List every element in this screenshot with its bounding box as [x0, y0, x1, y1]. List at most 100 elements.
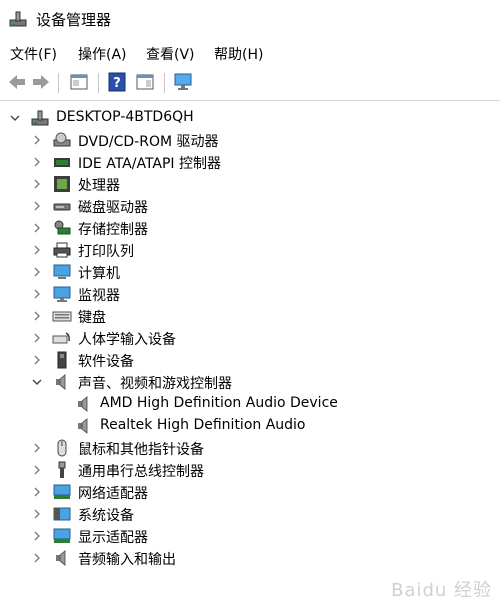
menu-action[interactable]: 操作(A) — [78, 44, 127, 64]
chevron-right-icon[interactable] — [32, 465, 42, 475]
menu-bar: 文件(F) 操作(A) 查看(V) 帮助(H) — [0, 40, 500, 66]
svg-text:?: ? — [113, 76, 121, 91]
chevron-right-icon[interactable] — [32, 311, 42, 321]
monitor-scan-icon[interactable] — [172, 71, 194, 93]
tree-item-label: 处理器 — [78, 178, 120, 194]
printer-icon — [53, 242, 71, 258]
tree-item-storage[interactable]: 存储控制器 — [0, 217, 500, 239]
tree-item-sound[interactable]: 声音、视频和游戏控制器 — [0, 371, 500, 393]
tree-item-software-device[interactable]: 软件设备 — [0, 349, 500, 371]
tree-item-label: 显示适配器 — [78, 530, 148, 546]
speaker-icon — [78, 396, 88, 412]
tree-item-label: 网络适配器 — [78, 486, 148, 502]
chevron-right-icon[interactable] — [32, 157, 42, 167]
tree-item-keyboard[interactable]: 键盘 — [0, 305, 500, 327]
watermark: Baidu 经验 — [391, 580, 492, 601]
tree-item-label: 通用串行总线控制器 — [78, 464, 204, 480]
toolbar-separator — [164, 73, 165, 93]
chevron-right-icon[interactable] — [32, 531, 42, 541]
chevron-down-icon[interactable] — [10, 113, 20, 123]
tree-item-disk[interactable]: 磁盘驱动器 — [0, 195, 500, 217]
tree-item-label: 打印队列 — [78, 244, 134, 260]
forward-arrow-icon[interactable] — [30, 71, 52, 93]
chevron-right-icon[interactable] — [32, 443, 42, 453]
dvd-drive-icon — [53, 132, 71, 147]
tree-item-label: 音频输入和输出 — [78, 552, 176, 568]
chevron-right-icon[interactable] — [32, 223, 42, 233]
tree-item-hid[interactable]: 人体学输入设备 — [0, 327, 500, 349]
tree-item-print-queue[interactable]: 打印队列 — [0, 239, 500, 261]
chevron-right-icon[interactable] — [32, 509, 42, 519]
tree-item-label: 监视器 — [78, 288, 120, 304]
tree-item-processor[interactable]: 处理器 — [0, 173, 500, 195]
storage-controller-icon — [54, 220, 71, 235]
computer-icon — [31, 110, 49, 126]
speaker-icon — [56, 374, 66, 390]
tree-subitem-amd-audio[interactable]: AMD High Definition Audio Device — [0, 393, 500, 415]
tree-item-label: DVD/CD-ROM 驱动器 — [78, 134, 219, 150]
tree-item-label: 软件设备 — [78, 354, 134, 370]
tree-item-computer[interactable]: 计算机 — [0, 261, 500, 283]
tree-item-monitor[interactable]: 监视器 — [0, 283, 500, 305]
tree-item-system[interactable]: 系统设备 — [0, 503, 500, 525]
back-arrow-icon[interactable] — [6, 71, 28, 93]
tree-item-audio-io[interactable]: 音频输入和输出 — [0, 547, 500, 569]
chevron-right-icon[interactable] — [32, 201, 42, 211]
monitor-icon — [53, 286, 71, 302]
software-device-icon — [57, 351, 67, 369]
keyboard-icon — [52, 311, 72, 322]
window-title: 设备管理器 — [36, 11, 112, 29]
chevron-right-icon[interactable] — [32, 333, 42, 343]
tree-item-dvd[interactable]: DVD/CD-ROM 驱动器 — [0, 129, 500, 151]
tree-item-network[interactable]: 网络适配器 — [0, 481, 500, 503]
processor-icon — [54, 176, 70, 192]
computer-monitor-icon — [53, 264, 71, 279]
tree-root[interactable]: DESKTOP-4BTD6QH — [0, 107, 500, 129]
disk-drive-icon — [53, 203, 71, 211]
tree-subitem-realtek-audio[interactable]: Realtek High Definition Audio — [0, 415, 500, 437]
menu-file[interactable]: 文件(F) — [10, 44, 57, 64]
title-bar: 设备管理器 — [0, 0, 500, 38]
tree-item-label: 磁盘驱动器 — [78, 200, 148, 216]
toolbar: ? — [0, 68, 500, 98]
tree-item-mouse[interactable]: 鼠标和其他指针设备 — [0, 437, 500, 459]
hid-icon — [52, 332, 70, 344]
tree-item-display[interactable]: 显示适配器 — [0, 525, 500, 547]
chevron-right-icon[interactable] — [32, 245, 42, 255]
tree-item-ide[interactable]: IDE ATA/ATAPI 控制器 — [0, 151, 500, 173]
chevron-down-icon[interactable] — [32, 377, 42, 387]
tree-item-label: IDE ATA/ATAPI 控制器 — [78, 156, 222, 172]
chevron-right-icon[interactable] — [32, 179, 42, 189]
device-manager-icon — [9, 11, 27, 27]
speaker-icon — [56, 550, 66, 566]
properties-window-icon[interactable] — [68, 71, 90, 93]
chevron-right-icon[interactable] — [32, 135, 42, 145]
help-icon[interactable]: ? — [106, 71, 128, 93]
chevron-right-icon[interactable] — [32, 289, 42, 299]
tree-item-label: 键盘 — [78, 310, 106, 326]
menu-help[interactable]: 帮助(H) — [214, 44, 263, 64]
speaker-icon — [78, 418, 88, 434]
chevron-right-icon[interactable] — [32, 355, 42, 365]
system-device-icon — [53, 507, 71, 521]
menu-view[interactable]: 查看(V) — [146, 44, 195, 64]
display-adapter-icon — [53, 528, 71, 543]
tree-item-label: 人体学输入设备 — [78, 332, 176, 348]
tree-subitem-label: AMD High Definition Audio Device — [100, 395, 338, 411]
usb-icon — [58, 461, 66, 478]
device-tree: DESKTOP-4BTD6QH DVD/CD-ROM 驱动器 IDE ATA/A… — [0, 100, 500, 609]
device-view-icon[interactable] — [134, 71, 156, 93]
tree-item-usb[interactable]: 通用串行总线控制器 — [0, 459, 500, 481]
tree-subitem-label: Realtek High Definition Audio — [100, 417, 306, 433]
chevron-right-icon[interactable] — [32, 553, 42, 563]
tree-item-label: 鼠标和其他指针设备 — [78, 442, 204, 458]
chevron-right-icon[interactable] — [32, 267, 42, 277]
toolbar-separator — [98, 73, 99, 93]
tree-item-label: 计算机 — [78, 266, 120, 282]
network-adapter-icon — [53, 484, 71, 499]
ide-controller-icon — [54, 158, 70, 167]
chevron-right-icon[interactable] — [32, 487, 42, 497]
toolbar-separator — [58, 73, 59, 93]
tree-item-label: 存储控制器 — [78, 222, 148, 238]
tree-root-label: DESKTOP-4BTD6QH — [56, 109, 194, 125]
